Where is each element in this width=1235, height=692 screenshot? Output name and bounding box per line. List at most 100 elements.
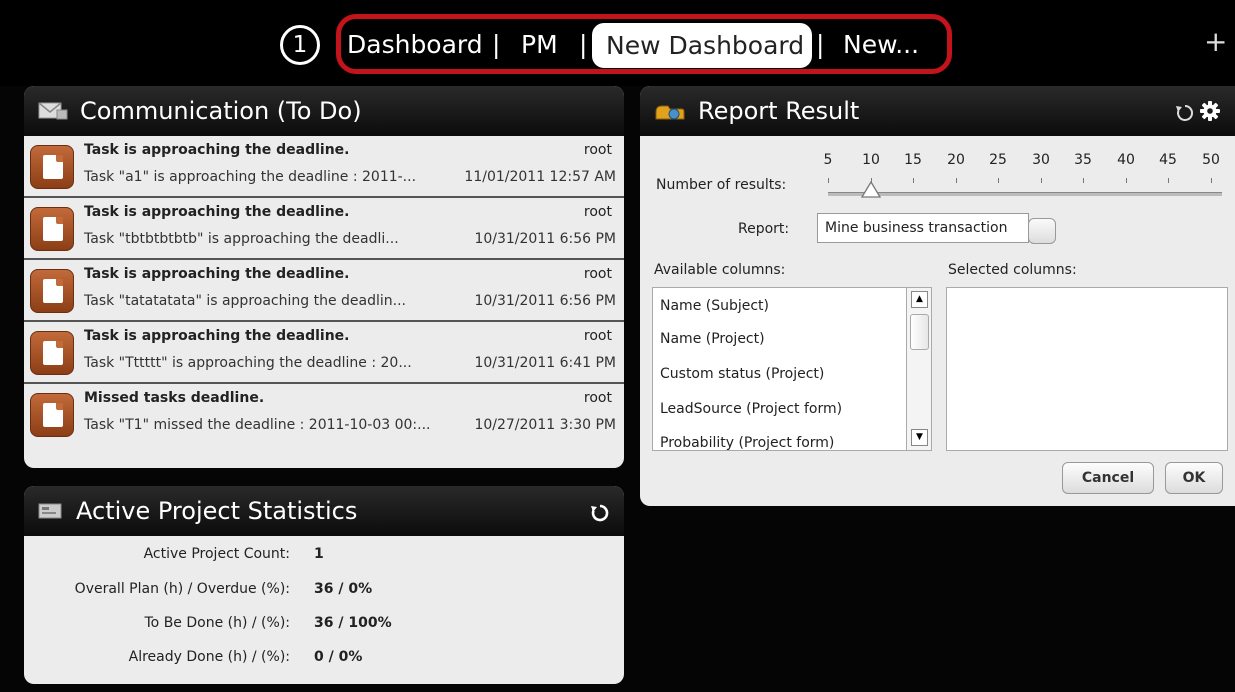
slider-tick-label: 5 <box>823 152 833 168</box>
slider-thumb[interactable] <box>860 180 882 203</box>
gear-icon[interactable] <box>1199 100 1221 128</box>
panel-title: Communication (To Do) <box>80 97 362 125</box>
message-time: 10/31/2011 6:56 PM <box>474 293 616 309</box>
panel-title: Active Project Statistics <box>76 497 358 525</box>
slider-tick-mark <box>998 178 999 183</box>
tab-separator: | <box>579 30 588 59</box>
report-header: Report Result <box>640 86 1235 136</box>
message-title: Task is approaching the deadline. <box>84 204 350 220</box>
task-document-icon <box>30 145 74 189</box>
list-item[interactable]: Missed tasks deadline. root Task "T1" mi… <box>24 384 624 446</box>
message-body: Task "a1" is approaching the deadline : … <box>84 169 417 185</box>
list-item[interactable]: Custom status (Project) <box>660 366 824 382</box>
list-item[interactable]: Task is approaching the deadline. root T… <box>24 260 624 322</box>
tab-new-dashboard[interactable]: New Dashboard <box>592 23 812 68</box>
selected-columns-label: Selected columns: <box>948 262 1077 278</box>
tab-dashboard[interactable]: Dashboard <box>347 30 483 60</box>
message-title: Task is approaching the deadline. <box>84 328 350 344</box>
slider-tick-mark <box>1041 178 1042 183</box>
stat-label: Overall Plan (h) / Overdue (%): <box>74 581 290 597</box>
stat-value: 36 / 0% <box>314 581 373 597</box>
stat-label: To Be Done (h) / (%): <box>144 615 291 631</box>
stat-value: 36 / 100% <box>314 615 392 631</box>
slider-tick-label: 45 <box>1159 152 1177 168</box>
communication-panel: Communication (To Do) Task is approachin… <box>24 86 624 468</box>
message-time: 10/31/2011 6:56 PM <box>474 231 616 247</box>
stat-value: 1 <box>314 546 324 562</box>
message-body: Task "T1" missed the deadline : 2011-10-… <box>84 417 431 433</box>
slider-tick-mark <box>956 178 957 183</box>
stat-label: Already Done (h) / (%): <box>128 649 290 665</box>
slider-tick-mark <box>1211 178 1212 183</box>
scroll-down-icon[interactable]: ▼ <box>911 429 928 446</box>
list-item[interactable]: Task is approaching the deadline. root T… <box>24 136 624 198</box>
statistics-header: Active Project Statistics <box>24 486 624 536</box>
stat-value: 0 / 0% <box>314 649 363 665</box>
message-title: Missed tasks deadline. <box>84 390 265 406</box>
task-document-icon <box>30 393 74 437</box>
message-body: Task "Tttttt" is approaching the deadlin… <box>84 355 412 371</box>
selected-columns-list[interactable] <box>946 287 1228 451</box>
slider-tick-label: 50 <box>1202 152 1220 168</box>
slider-tick-mark <box>1083 178 1084 183</box>
tab-new-more[interactable]: New... <box>843 30 919 60</box>
project-statistics-panel: Active Project Statistics Active Project… <box>24 486 624 684</box>
message-title: Task is approaching the deadline. <box>84 142 350 158</box>
slider-tick-label: 35 <box>1074 152 1092 168</box>
tab-separator: | <box>816 30 825 59</box>
message-list: Task is approaching the deadline. root T… <box>24 136 624 446</box>
list-item[interactable]: Probability (Project form) <box>660 435 834 450</box>
number-of-results-label: Number of results: <box>656 177 787 193</box>
message-body: Task "tatatatata" is approaching the dea… <box>84 293 406 309</box>
available-columns-list[interactable]: Name (Subject) Name (Project) Custom sta… <box>652 287 932 451</box>
message-time: 11/01/2011 12:57 AM <box>464 169 616 185</box>
slider-tick-label: 10 <box>862 152 880 168</box>
slider-track[interactable] <box>828 192 1222 196</box>
slider-tick-label: 25 <box>989 152 1007 168</box>
slider-tick-label: 15 <box>904 152 922 168</box>
list-item[interactable]: Name (Project) <box>660 331 765 347</box>
slider-tick-label: 20 <box>947 152 965 168</box>
slider-tick-mark <box>1168 178 1169 183</box>
message-time: 10/31/2011 6:41 PM <box>474 355 616 371</box>
add-tab-icon[interactable]: + <box>1204 27 1227 57</box>
message-body: Task "tbtbtbtbtb" is approaching the dea… <box>84 231 399 247</box>
step-number-badge: 1 <box>280 25 320 65</box>
message-sender: root <box>583 142 612 158</box>
report-select[interactable]: Mine business transaction <box>817 213 1029 243</box>
tab-separator: | <box>492 30 501 59</box>
available-columns-label: Available columns: <box>654 262 786 278</box>
slider-tick-mark <box>828 178 829 183</box>
list-item[interactable]: Task is approaching the deadline. root T… <box>24 322 624 384</box>
report-select-button[interactable] <box>1028 218 1056 244</box>
scroll-thumb[interactable] <box>910 314 929 350</box>
slider-tick-mark <box>913 178 914 183</box>
scroll-up-icon[interactable]: ▲ <box>911 291 928 308</box>
refresh-icon[interactable] <box>1175 101 1195 129</box>
envelope-icon <box>38 101 68 121</box>
message-title: Task is approaching the deadline. <box>84 266 350 282</box>
list-scrollbar[interactable] <box>906 288 931 450</box>
panel-title: Report Result <box>698 97 860 125</box>
task-document-icon <box>30 269 74 313</box>
ok-button[interactable]: OK <box>1165 462 1223 494</box>
slider-tick-label: 40 <box>1117 152 1135 168</box>
message-sender: root <box>583 390 612 406</box>
stat-label: Active Project Count: <box>143 546 290 562</box>
refresh-icon[interactable] <box>590 501 610 529</box>
message-sender: root <box>583 328 612 344</box>
task-document-icon <box>30 207 74 251</box>
slider-tick-mark <box>1126 178 1127 183</box>
communication-header: Communication (To Do) <box>24 86 624 136</box>
message-sender: root <box>583 204 612 220</box>
list-item[interactable]: LeadSource (Project form) <box>660 401 842 417</box>
slider-tick-label: 30 <box>1032 152 1050 168</box>
report-folder-icon <box>654 100 686 122</box>
message-sender: root <box>583 266 612 282</box>
stats-card-icon <box>38 502 64 520</box>
dashboard-tab-bar: 1 Dashboard | PM | New Dashboard | New..… <box>0 0 1235 86</box>
tab-pm[interactable]: PM <box>521 30 558 60</box>
list-item[interactable]: Task is approaching the deadline. root T… <box>24 198 624 260</box>
cancel-button[interactable]: Cancel <box>1062 462 1154 494</box>
list-item[interactable]: Name (Subject) <box>660 298 769 314</box>
